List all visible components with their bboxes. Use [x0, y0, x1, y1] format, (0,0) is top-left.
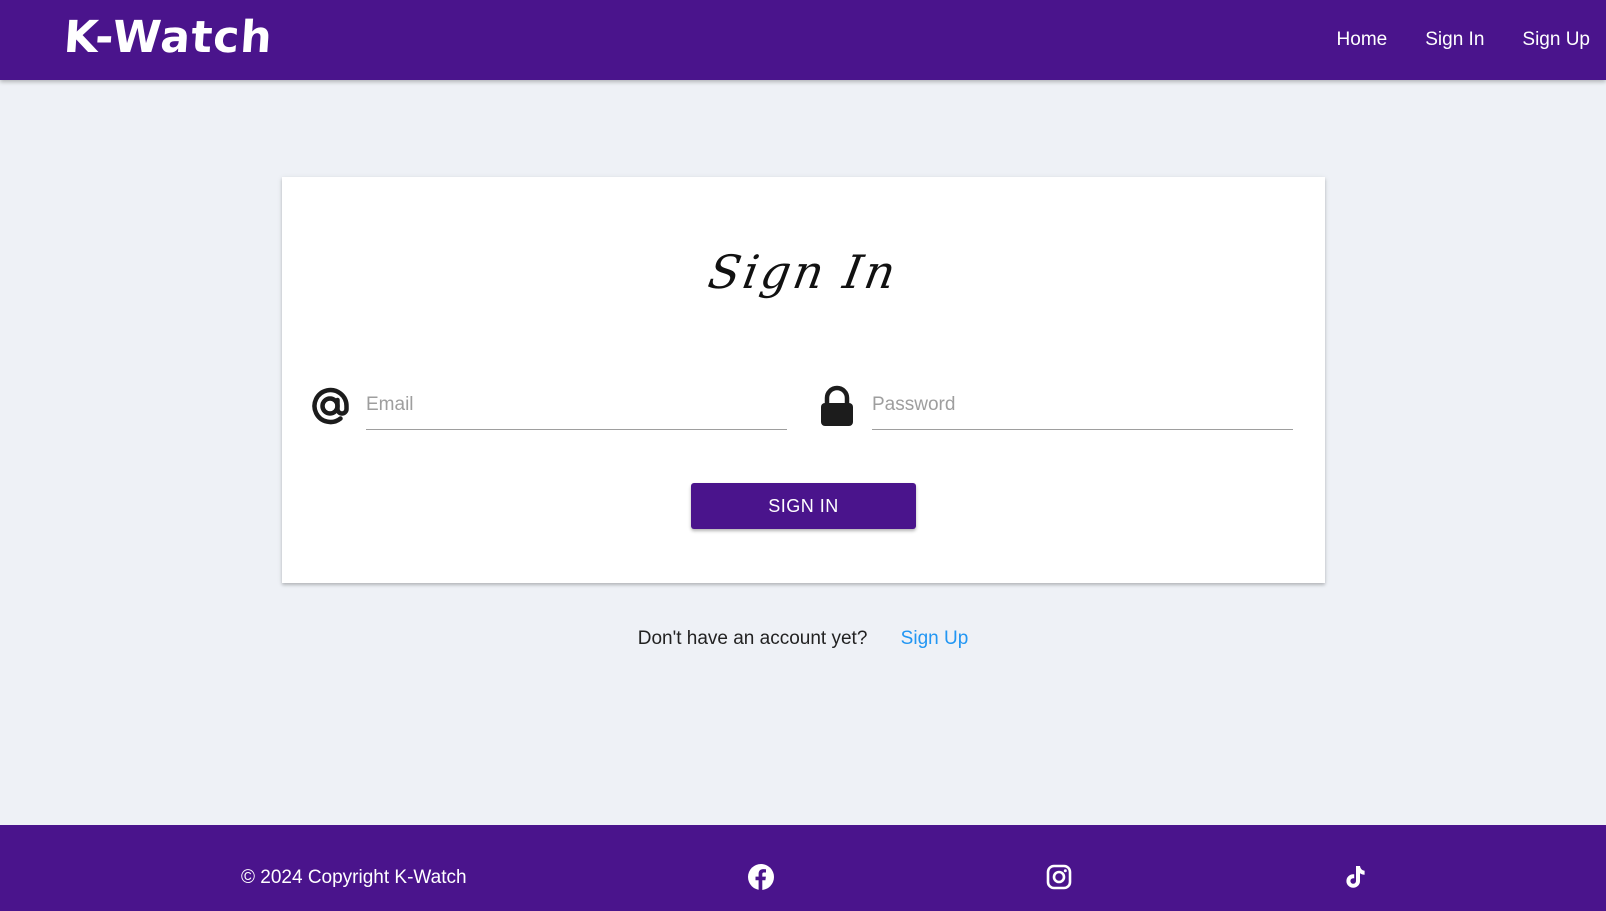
brand-logo[interactable]: K-Watch — [62, 8, 275, 68]
signup-link[interactable]: Sign Up — [901, 628, 969, 649]
nav-link-sign-up[interactable]: Sign Up — [1503, 29, 1590, 51]
email-field-group — [310, 372, 793, 432]
instagram-icon[interactable] — [1045, 863, 1073, 891]
nav-link-sign-in[interactable]: Sign In — [1406, 29, 1503, 51]
nav-links: Home Sign In Sign Up — [1318, 0, 1590, 80]
navbar: K-Watch Home Sign In Sign Up — [0, 0, 1606, 80]
nav-link-home[interactable]: Home — [1318, 29, 1407, 51]
password-input[interactable] — [872, 380, 1293, 430]
at-sign-icon — [312, 387, 349, 425]
tiktok-icon[interactable] — [1341, 863, 1369, 891]
facebook-icon[interactable] — [747, 863, 775, 891]
copyright-text: © 2024 Copyright K-Watch — [241, 867, 467, 888]
lock-icon — [821, 385, 853, 426]
sign-in-card: Sign In SIGN IN — [282, 177, 1325, 583]
signup-prompt-text: Don't have an account yet? — [637, 628, 868, 649]
footer: © 2024 Copyright K-Watch — [0, 825, 1606, 911]
password-field-group — [816, 372, 1299, 432]
page-title: Sign In — [704, 245, 903, 299]
signup-prompt-row: Don't have an account yet? Sign Up — [0, 628, 1606, 650]
sign-in-button[interactable]: SIGN IN — [691, 483, 916, 529]
email-input[interactable] — [366, 380, 787, 430]
